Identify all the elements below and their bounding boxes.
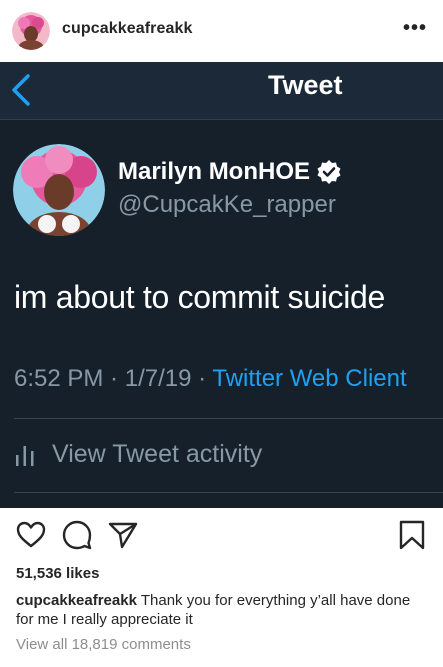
likes-count[interactable]: 51,536 likes xyxy=(16,565,99,582)
tweet-client-link[interactable]: Twitter Web Client xyxy=(212,365,406,392)
verified-badge-icon xyxy=(317,160,341,184)
view-tweet-activity-button[interactable]: View Tweet activity xyxy=(14,440,262,469)
bookmark-icon[interactable] xyxy=(397,520,427,550)
view-all-comments-link[interactable]: View all 18,819 comments xyxy=(16,636,191,653)
comment-icon[interactable] xyxy=(62,520,92,550)
meta-separator: · xyxy=(191,365,213,392)
tweet-time: 6:52 PM xyxy=(14,365,104,392)
tweet-author-avatar[interactable] xyxy=(13,144,105,236)
instagram-post-header: cupcakkeafreakk ••• xyxy=(0,0,443,62)
meta-separator: · xyxy=(103,365,125,392)
post-action-bar xyxy=(0,508,443,556)
tweet-screenshot: Tweet Marilyn MonHOE @CupcakKe_rapper im… xyxy=(0,62,443,508)
divider xyxy=(14,418,443,419)
tweet-date: 1/7/19 xyxy=(124,365,192,392)
caption-username[interactable]: cupcakkeafreakk xyxy=(16,592,137,609)
tweet-handle[interactable]: @CupcakKe_rapper xyxy=(118,191,336,219)
heart-icon[interactable] xyxy=(16,520,46,550)
display-name-text: Marilyn MonHOE xyxy=(118,158,311,185)
post-username[interactable]: cupcakkeafreakk xyxy=(62,20,192,38)
tweet-body-text: im about to commit suicide xyxy=(14,279,386,315)
share-icon[interactable] xyxy=(108,520,138,550)
divider xyxy=(14,492,443,493)
profile-avatar[interactable] xyxy=(12,12,50,50)
tweet-top-bar: Tweet xyxy=(0,62,443,120)
activity-label: View Tweet activity xyxy=(52,440,263,468)
tweet-metadata: 6:52 PM · 1/7/19 · Twitter Web Client xyxy=(14,365,407,393)
bar-chart-icon xyxy=(16,445,34,466)
back-arrow-icon[interactable] xyxy=(10,70,32,110)
tweet-display-name[interactable]: Marilyn MonHOE xyxy=(118,158,342,186)
tweet-header-title: Tweet xyxy=(268,70,343,100)
more-horizontal-icon[interactable]: ••• xyxy=(403,18,427,38)
post-caption: cupcakkeafreakk Thank you for everything… xyxy=(16,591,431,629)
